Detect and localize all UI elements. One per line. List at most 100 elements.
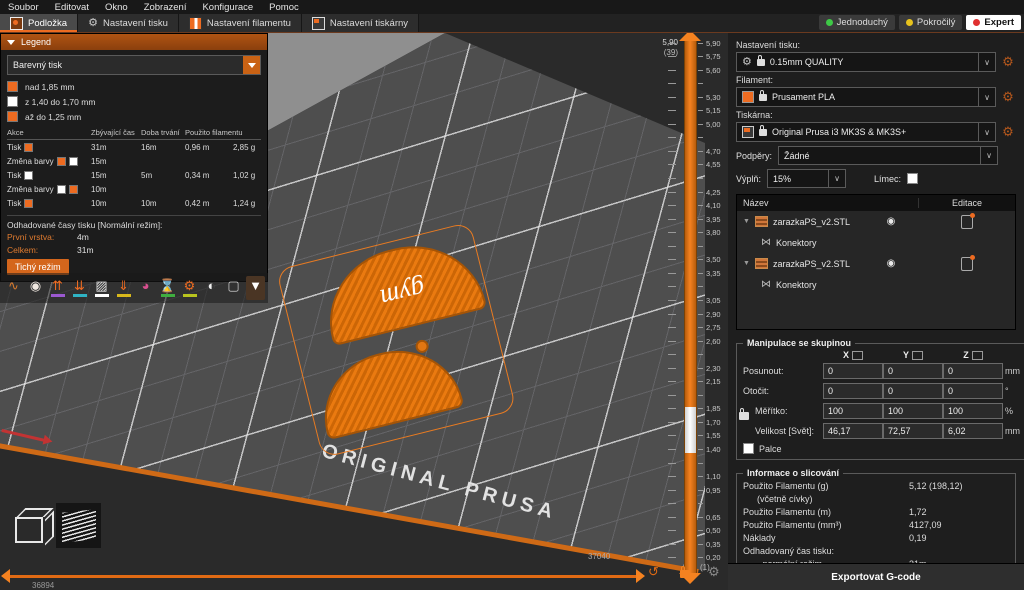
estimate-label: První vrstva: (7, 232, 77, 242)
menu-pomoc[interactable]: Pomoc (269, 2, 299, 13)
manipulation-input[interactable] (883, 363, 943, 379)
manipulation-input[interactable] (883, 383, 943, 399)
chevron-down-icon: ∨ (978, 88, 995, 106)
manipulation-input[interactable] (883, 423, 943, 439)
info-label: (včetně cívky) (743, 493, 909, 506)
info-row: Použito Filamentu (g)5,12 (198,12) (743, 480, 1009, 493)
edit-icon[interactable] (961, 257, 973, 271)
tab-podložka[interactable]: Podložka (0, 14, 78, 32)
printer-edit-gear[interactable]: ⚙ (1000, 124, 1016, 140)
height-icon[interactable]: ⇈ (48, 276, 67, 300)
time-icon[interactable]: ⌛ (158, 276, 177, 300)
mode-dot-icon (906, 19, 913, 26)
manipulation-input[interactable] (883, 403, 943, 419)
color-swatch (24, 143, 33, 152)
infill-combo[interactable]: 15% ∨ (767, 169, 846, 188)
layer-tick-label: 1,85 (706, 404, 721, 413)
object-row[interactable]: ▼zarazkaPS_v2.STL◉ (737, 253, 1015, 274)
speed-icon[interactable]: ▨ (92, 276, 111, 300)
tab-nastavení-filamentu[interactable]: Nastavení filamentu (179, 14, 302, 32)
lock-icon (759, 129, 767, 136)
moves-slider-left-arrow[interactable] (1, 569, 10, 583)
tab-nastavení-tisku[interactable]: ⚙Nastavení tisku (78, 14, 179, 32)
mode-button-pokročilý[interactable]: Pokročilý (899, 15, 963, 30)
lock-icon[interactable] (680, 566, 690, 581)
3d-view-button[interactable] (6, 503, 51, 548)
print-settings-edit-gear[interactable]: ⚙ (1000, 54, 1016, 70)
expand-chevron-icon[interactable]: ▼ (743, 260, 750, 267)
inches-checkbox[interactable] (743, 443, 754, 454)
object-cube-icon (755, 258, 768, 269)
mode-button-expert[interactable]: Expert (966, 15, 1021, 30)
manipulation-input[interactable] (943, 383, 1003, 399)
visibility-eye-icon[interactable]: ◉ (863, 216, 919, 227)
view-options-toolbar: ∿◉⇈⇊▨⇓◕⌛⚙◐▢▼ (0, 273, 268, 303)
manipulation-input[interactable] (823, 383, 883, 399)
manipulation-input[interactable] (823, 403, 883, 419)
view-type-select[interactable]: Barevný tisk (7, 55, 261, 75)
color-print-icon[interactable]: ◐ (202, 276, 221, 300)
temperature-icon[interactable]: ◕ (136, 276, 155, 300)
printer-icon (312, 17, 325, 30)
legend-panel: Legend Barevný tisk nad 1,85 mmz 1,40 do… (0, 33, 268, 282)
settings-gear-icon[interactable]: ⚙ (708, 564, 720, 580)
fan-speed-icon[interactable]: ⇓ (114, 276, 133, 300)
supports-combo[interactable]: Žádné ∨ (778, 146, 998, 165)
tab-label: Nastavení filamentu (207, 18, 291, 29)
manipulation-input[interactable] (823, 363, 883, 379)
tab-nastavení-tiskárny[interactable]: Nastavení tiskárny (302, 14, 419, 32)
layer-slider-bar[interactable] (684, 39, 697, 575)
viewport-3d[interactable]: ORIGINAL PRUSA gym Legend Barevný tisk (0, 33, 728, 590)
edit-icon[interactable] (961, 215, 973, 229)
layer-tick-label: 4,10 (706, 201, 721, 210)
manipulation-row-label: Posunout: (743, 366, 823, 376)
layer-slider-handle-top[interactable] (679, 33, 701, 41)
object-row[interactable]: ⋈Konektory (737, 274, 1015, 295)
export-gcode-button[interactable]: Exportovat G-code (728, 563, 1024, 590)
menu-editovat[interactable]: Editovat (55, 2, 89, 13)
menu-zobrazení[interactable]: Zobrazení (144, 2, 187, 13)
moves-slider-right-arrow[interactable] (636, 569, 645, 583)
object-row[interactable]: ▼zarazkaPS_v2.STL◉ (737, 211, 1015, 232)
manipulation-input[interactable] (823, 423, 883, 439)
manipulation-input[interactable] (943, 423, 1003, 439)
filament-edit-gear[interactable]: ⚙ (1000, 89, 1016, 105)
filament-combo[interactable]: Prusament PLA ∨ (736, 87, 996, 107)
unit-label: ° (1003, 386, 1020, 396)
visibility-eye-icon[interactable]: ◉ (863, 258, 919, 269)
menu-konfigurace[interactable]: Konfigurace (202, 2, 253, 13)
tool-icon[interactable]: ⚙ (180, 276, 199, 300)
dropdown-arrow-icon[interactable] (243, 56, 260, 74)
table-cell: 0,96 m (185, 143, 233, 152)
layer-tick-label: 0,20 (706, 553, 721, 562)
expand-chevron-icon[interactable]: ▼ (743, 218, 750, 225)
shells-icon[interactable]: ▢ (224, 276, 243, 300)
estimate-value: 4m (77, 232, 89, 242)
estimates: První vrstva:4mCelkem:31m (7, 230, 261, 256)
uniform-scale-lock-icon[interactable] (739, 412, 749, 422)
table-cell: 1,02 g (233, 171, 261, 180)
tab-label: Nastavení tisku (103, 18, 168, 29)
undo-icon[interactable]: ↺ (648, 564, 659, 580)
menu-okno[interactable]: Okno (105, 2, 128, 13)
manipulation-input[interactable] (943, 403, 1003, 419)
print-settings-combo[interactable]: ⚙ 0.15mm QUALITY ∨ (736, 52, 996, 72)
manipulation-input[interactable] (943, 363, 1003, 379)
layer-tick-label: 0,35 (706, 540, 721, 549)
retractions-icon[interactable]: ◉ (26, 276, 45, 300)
mode-button-jednoduchý[interactable]: Jednoduchý (819, 15, 895, 30)
legend-pin-icon[interactable]: ▼ (246, 276, 265, 300)
layers-view-button[interactable] (56, 503, 101, 548)
object-row[interactable]: ⋈Konektory (737, 232, 1015, 253)
menu-soubor[interactable]: Soubor (8, 2, 39, 13)
axes-header: XYZ (743, 350, 1020, 360)
layer-tick-label: 2,15 (706, 377, 721, 386)
brim-checkbox[interactable] (907, 173, 918, 184)
legend-header[interactable]: Legend (1, 34, 267, 50)
layer-tick-label: 5,00 (706, 120, 721, 129)
travels-icon[interactable]: ∿ (4, 276, 23, 300)
width-icon[interactable]: ⇊ (70, 276, 89, 300)
printer-combo[interactable]: Original Prusa i3 MK3S & MK3S+ ∨ (736, 122, 996, 142)
moves-slider-bar[interactable] (10, 575, 638, 578)
filament-icon (189, 17, 202, 30)
